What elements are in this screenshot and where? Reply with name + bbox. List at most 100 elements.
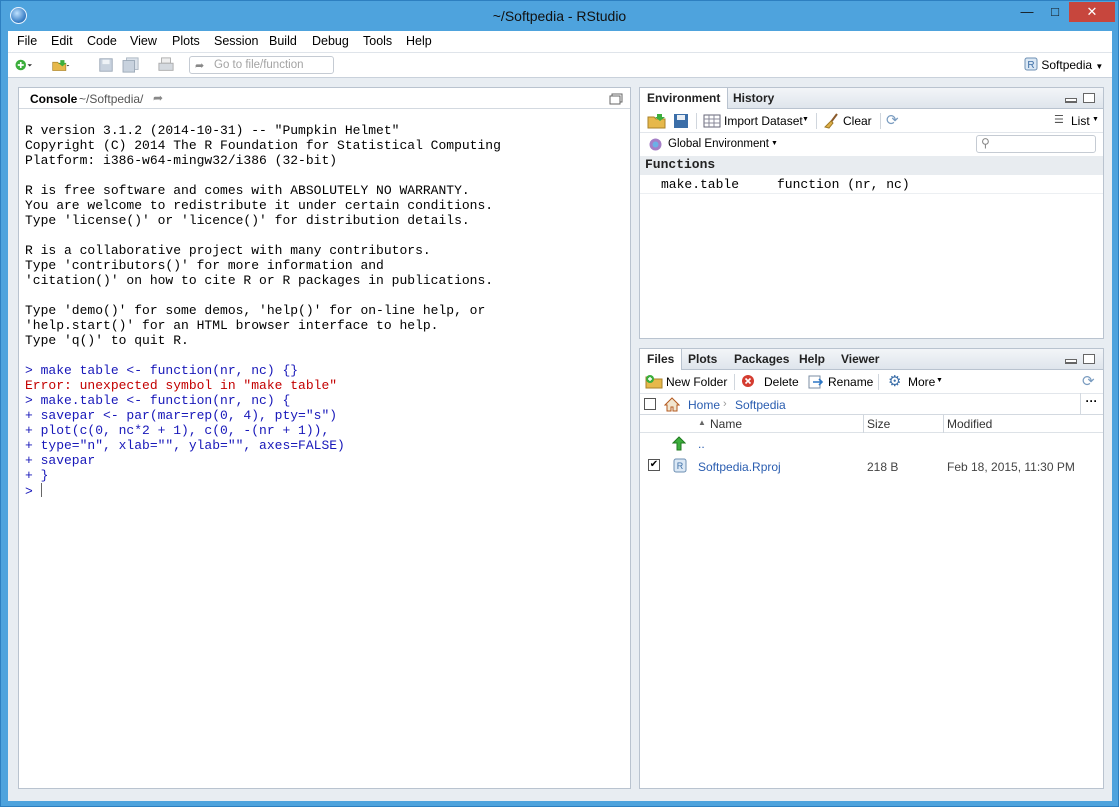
save-icon[interactable] bbox=[97, 57, 115, 73]
environment-scope-select[interactable]: Global Environment bbox=[668, 138, 769, 150]
refresh-icon[interactable]: ⟳ bbox=[886, 111, 899, 129]
print-icon[interactable] bbox=[157, 57, 175, 73]
go-to-file-input[interactable]: ➦ Go to file/function bbox=[189, 56, 334, 74]
view-mode-select[interactable]: List bbox=[1071, 114, 1090, 128]
tab-files[interactable]: Files bbox=[639, 349, 683, 371]
import-dataset-button[interactable]: Import Dataset bbox=[724, 114, 803, 128]
more-options-icon[interactable]: ··· bbox=[1080, 393, 1102, 414]
menu-debug[interactable]: Debug bbox=[312, 34, 349, 48]
menu-file[interactable]: File bbox=[17, 34, 37, 48]
more-menu[interactable]: More bbox=[908, 375, 935, 389]
tab-packages[interactable]: Packages bbox=[727, 349, 796, 370]
console-line: 'citation()' on how to cite R or R packa… bbox=[25, 273, 494, 288]
go-to-arrow-icon: ➦ bbox=[195, 60, 205, 72]
console-tab[interactable]: Console bbox=[30, 92, 77, 106]
new-file-icon[interactable] bbox=[14, 57, 32, 73]
menu-session[interactable]: Session bbox=[214, 34, 258, 48]
list-view-icon: ☰ bbox=[1054, 114, 1064, 126]
new-folder-button[interactable]: New Folder bbox=[666, 375, 727, 389]
rproj-file-icon: R bbox=[673, 458, 687, 473]
broom-icon bbox=[824, 113, 838, 129]
console-line: + savepar bbox=[25, 453, 96, 468]
maximize-pane-icon[interactable] bbox=[1083, 354, 1095, 364]
select-all-checkbox[interactable] bbox=[644, 398, 656, 410]
console-cursor bbox=[40, 483, 42, 497]
parent-directory-link[interactable]: .. bbox=[698, 437, 705, 451]
home-icon bbox=[664, 397, 680, 412]
menu-plots[interactable]: Plots bbox=[172, 34, 200, 48]
console-line: You are welcome to redistribute it under… bbox=[25, 198, 494, 213]
minimize-pane-icon[interactable] bbox=[1065, 359, 1077, 364]
console-line: Platform: i386-w64-mingw32/i386 (32-bit) bbox=[25, 153, 338, 168]
rename-button[interactable]: Rename bbox=[828, 375, 873, 389]
go-to-file-placeholder: Go to file/function bbox=[214, 59, 304, 71]
section-title: Functions bbox=[645, 157, 716, 172]
menu-bar: File Edit Code View Plots Session Build … bbox=[8, 31, 1112, 53]
tab-history[interactable]: History bbox=[726, 88, 781, 109]
breadcrumb-home[interactable]: Home bbox=[688, 398, 720, 412]
menu-help[interactable]: Help bbox=[406, 34, 432, 48]
menu-code[interactable]: Code bbox=[87, 34, 117, 48]
maximize-pane-icon[interactable] bbox=[609, 93, 623, 105]
environment-search-input[interactable]: ⚲ bbox=[976, 135, 1096, 153]
environment-scope-bar: Global Environment ▼ ⚲ bbox=[640, 133, 1103, 156]
project-menu[interactable]: R Softpedia ▼ bbox=[1024, 57, 1103, 72]
file-modified: Feb 18, 2015, 11:30 PM bbox=[947, 460, 1075, 474]
menu-edit[interactable]: Edit bbox=[51, 34, 73, 48]
maximize-pane-icon[interactable] bbox=[1083, 93, 1095, 103]
save-all-icon[interactable] bbox=[122, 57, 140, 73]
menu-build[interactable]: Build bbox=[269, 34, 297, 48]
save-workspace-icon[interactable] bbox=[673, 113, 689, 129]
console-line: > bbox=[25, 483, 42, 499]
refresh-icon[interactable]: ⟳ bbox=[1082, 372, 1095, 390]
delete-button[interactable]: Delete bbox=[764, 375, 799, 389]
chevron-down-icon: ▼ bbox=[1092, 116, 1099, 123]
search-icon: ⚲ bbox=[981, 136, 990, 150]
console-line: R version 3.1.2 (2014-10-31) -- "Pumpkin… bbox=[25, 123, 400, 138]
delete-icon bbox=[742, 375, 754, 387]
menu-tools[interactable]: Tools bbox=[363, 34, 392, 48]
tab-environment[interactable]: Environment bbox=[639, 88, 729, 110]
svg-text:R: R bbox=[1027, 60, 1034, 71]
tab-help[interactable]: Help bbox=[792, 349, 832, 370]
sort-arrow-icon: ▲ bbox=[698, 418, 706, 427]
tab-viewer[interactable]: Viewer bbox=[834, 349, 886, 370]
file-row[interactable]: ✔ R Softpedia.Rproj 218 B Feb 18, 2015, … bbox=[640, 455, 1103, 477]
column-modified[interactable]: Modified bbox=[947, 415, 992, 433]
app-client-area: File Edit Code View Plots Session Build … bbox=[8, 31, 1112, 801]
gear-icon: ⚙ bbox=[888, 373, 902, 390]
console-path: ~/Softpedia/ bbox=[79, 92, 144, 106]
file-checkbox[interactable]: ✔ bbox=[648, 459, 660, 471]
console-output[interactable]: R version 3.1.2 (2014-10-31) -- "Pumpkin… bbox=[25, 123, 501, 499]
minimize-icon[interactable]: — bbox=[1013, 2, 1041, 22]
load-workspace-icon[interactable] bbox=[647, 113, 667, 129]
console-line: R is a collaborative project with many c… bbox=[25, 243, 431, 258]
open-project-icon[interactable] bbox=[52, 57, 70, 73]
file-name-link[interactable]: Softpedia.Rproj bbox=[698, 460, 781, 474]
breadcrumb-softpedia[interactable]: Softpedia bbox=[735, 398, 786, 412]
tab-plots[interactable]: Plots bbox=[681, 349, 724, 370]
files-pane: Files Plots Packages Help Viewer New Fol… bbox=[639, 348, 1104, 789]
clear-workspace-button[interactable]: Clear bbox=[843, 114, 872, 128]
files-table-header: ▲ Name Size Modified bbox=[640, 415, 1103, 433]
breadcrumb-separator-icon: › bbox=[723, 398, 727, 410]
import-dataset-icon bbox=[703, 114, 721, 128]
environment-row[interactable]: make.table function (nr, nc) bbox=[640, 175, 1103, 194]
minimize-pane-icon[interactable] bbox=[1065, 98, 1077, 103]
chevron-down-icon: ▼ bbox=[1095, 62, 1104, 71]
parent-directory-row[interactable]: .. bbox=[640, 433, 1103, 455]
svg-text:R: R bbox=[677, 461, 684, 471]
column-size[interactable]: Size bbox=[867, 415, 890, 433]
functions-section-header: Functions bbox=[640, 156, 1103, 175]
title-bar: ~/Softpedia - RStudio — □ ✕ bbox=[1, 1, 1118, 31]
close-icon[interactable]: ✕ bbox=[1069, 2, 1115, 22]
maximize-icon[interactable]: □ bbox=[1041, 2, 1069, 22]
console-line: > make table <- function(nr, nc) {} bbox=[25, 363, 299, 378]
new-folder-icon bbox=[645, 375, 663, 389]
go-to-directory-icon[interactable]: ➦ bbox=[153, 91, 163, 105]
console-line: > make.table <- function(nr, nc) { bbox=[25, 393, 291, 408]
column-name[interactable]: Name bbox=[710, 415, 742, 433]
menu-view[interactable]: View bbox=[130, 34, 157, 48]
